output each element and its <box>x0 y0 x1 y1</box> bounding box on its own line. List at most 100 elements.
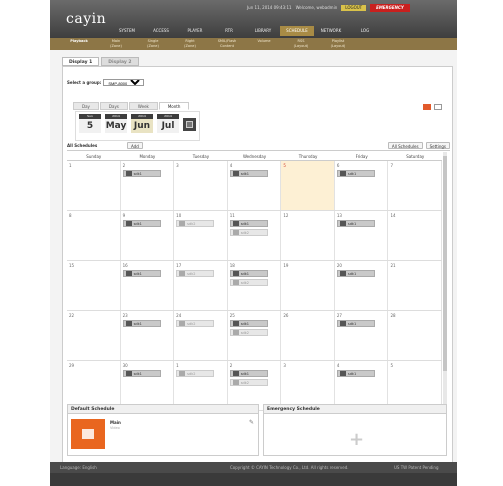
tab-day[interactable]: Day <box>73 102 99 110</box>
calendar-day[interactable]: 6 sdk1 <box>335 161 389 210</box>
scroll-thumb[interactable] <box>443 156 447 371</box>
calendar-day[interactable]: 2 sdk1 <box>121 161 175 210</box>
calendar-day[interactable]: 14 <box>388 211 443 260</box>
calendar-day[interactable]: 23 sdk1 <box>121 311 175 360</box>
logout-button[interactable]: LOGOUT <box>341 4 367 11</box>
subnav-item[interactable]: SMIL/Flash Content <box>210 39 244 48</box>
calendar-day[interactable]: 17 sdk2 <box>174 261 228 310</box>
schedule-event[interactable]: sdk2 <box>229 379 268 386</box>
calendar-day[interactable]: 5 <box>388 361 443 410</box>
schedule-event[interactable]: sdk1 <box>336 170 375 177</box>
default-schedule-tile[interactable] <box>71 419 105 449</box>
calendar-day[interactable]: 13 sdk1 <box>335 211 389 260</box>
calendar-day[interactable]: 25 sdk1 sdk2 <box>228 311 282 360</box>
calendar-day[interactable]: 4 sdk1 <box>228 161 282 210</box>
month-prev-sun[interactable]: Sun 5 <box>79 114 101 133</box>
calendar-day[interactable]: 1 <box>67 161 121 210</box>
schedule-event[interactable]: sdk1 <box>336 270 375 277</box>
calendar-day[interactable]: 21 <box>388 261 443 310</box>
calendar-picker-icon[interactable] <box>183 118 196 131</box>
calendar-day[interactable]: 12 <box>281 211 335 260</box>
calendar-day[interactable]: 7 <box>388 161 443 210</box>
calendar-day[interactable]: 16 sdk1 <box>121 261 175 310</box>
schedule-event[interactable]: sdk2 <box>176 370 215 377</box>
schedule-event[interactable]: sdk1 <box>336 220 375 227</box>
schedule-event[interactable]: sdk1 <box>229 370 268 377</box>
group-select[interactable]: SMP-8000 <box>103 79 145 86</box>
calendar-day[interactable]: 3 <box>281 361 335 410</box>
tab-display-2[interactable]: Display 2 <box>101 57 139 66</box>
subnav-item[interactable]: Right (Zone) <box>173 39 207 48</box>
calendar-day[interactable]: 28 <box>388 311 443 360</box>
calendar-day[interactable]: 3 <box>174 161 228 210</box>
schedule-event[interactable]: sdk1 <box>229 270 268 277</box>
nav-access[interactable]: ACCESS <box>144 26 178 36</box>
schedule-event[interactable]: sdk1 <box>122 220 161 227</box>
settings-button[interactable]: Settings <box>425 142 450 149</box>
tab-month[interactable]: Month <box>158 102 190 110</box>
language-select[interactable]: Language: English <box>60 462 97 473</box>
add-schedule-button[interactable]: Add <box>127 142 143 149</box>
tab-week[interactable]: Week <box>128 102 158 110</box>
schedule-event[interactable]: sdk1 <box>229 320 268 327</box>
calendar-day[interactable]: 30 sdk1 <box>121 361 175 410</box>
schedule-event[interactable]: sdk2 <box>229 229 268 236</box>
schedule-event[interactable]: sdk2 <box>229 279 268 286</box>
schedule-event[interactable]: sdk1 <box>122 270 161 277</box>
calendar-day[interactable]: 10 sdk2 <box>174 211 228 260</box>
schedule-event[interactable]: sdk1 <box>336 370 375 377</box>
nav-library[interactable]: LIBRARY <box>246 26 280 36</box>
schedule-event[interactable]: sdk2 <box>176 220 215 227</box>
schedule-event[interactable]: sdk2 <box>176 320 215 327</box>
schedule-event[interactable]: sdk2 <box>229 329 268 336</box>
nav-system[interactable]: SYSTEM <box>110 26 144 36</box>
emergency-button[interactable]: EMERGENCY <box>370 3 410 12</box>
event-label: sdk2 <box>240 380 250 385</box>
subnav-item[interactable]: Volume <box>247 39 281 44</box>
calendar-day[interactable]: 5 <box>281 161 335 210</box>
calendar-day[interactable]: 22 <box>67 311 121 360</box>
subnav-item[interactable]: Playback <box>62 39 96 44</box>
subnav-item[interactable]: Playlist (Layout) <box>321 39 355 48</box>
calendar-day[interactable]: 15 <box>67 261 121 310</box>
list-view-icon[interactable] <box>434 104 442 110</box>
calendar-day[interactable]: 24 sdk2 <box>174 311 228 360</box>
schedule-event[interactable]: sdk1 <box>336 320 375 327</box>
calendar-day[interactable]: 4 sdk1 <box>335 361 389 410</box>
edit-icon[interactable]: ✎ <box>249 419 254 426</box>
calendar-day[interactable]: 11 sdk1 sdk2 <box>228 211 282 260</box>
tab-display-1[interactable]: Display 1 <box>62 57 100 66</box>
nav-player[interactable]: PLAYER <box>178 26 212 36</box>
calendar-day[interactable]: 18 sdk1 sdk2 <box>228 261 282 310</box>
schedule-event[interactable]: sdk1 <box>122 170 161 177</box>
calendar-day[interactable]: 1 sdk2 <box>174 361 228 410</box>
month-jul[interactable]: 2014 Jul <box>157 114 179 133</box>
schedule-event[interactable]: sdk1 <box>122 320 161 327</box>
subnav-item[interactable]: RSS (Layout) <box>284 39 318 48</box>
calendar-scrollbar[interactable] <box>443 152 447 414</box>
calendar-day[interactable]: 8 <box>67 211 121 260</box>
subnav-item[interactable]: Main (Zone) <box>99 39 133 48</box>
calendar-day[interactable]: 19 <box>281 261 335 310</box>
calendar-day[interactable]: 26 <box>281 311 335 360</box>
month-jun[interactable]: 2014 Jun <box>131 114 153 133</box>
schedule-event[interactable]: sdk1 <box>229 220 268 227</box>
month-may[interactable]: 2014 May <box>105 114 127 133</box>
calendar-day[interactable]: 20 sdk1 <box>335 261 389 310</box>
nav-schedule[interactable]: SCHEDULE <box>280 26 314 36</box>
calendar-view-icon[interactable] <box>423 104 431 110</box>
calendar-day[interactable]: 29 <box>67 361 121 410</box>
nav-log[interactable]: LOG <box>348 26 382 36</box>
nav-rtr[interactable]: RTR <box>212 26 246 36</box>
subnav-item[interactable]: Single (Zone) <box>136 39 170 48</box>
calendar-day[interactable]: 27 sdk1 <box>335 311 389 360</box>
calendar-day[interactable]: 2 sdk1 sdk2 <box>228 361 282 410</box>
add-emergency-icon[interactable]: + <box>349 429 364 450</box>
tab-days[interactable]: Days <box>99 102 128 110</box>
schedule-event[interactable]: sdk1 <box>122 370 161 377</box>
nav-network[interactable]: NETWORK <box>314 26 348 36</box>
schedule-event[interactable]: sdk1 <box>229 170 268 177</box>
all-schedules-button[interactable]: All Schedules <box>387 142 423 149</box>
calendar-day[interactable]: 9 sdk1 <box>121 211 175 260</box>
schedule-event[interactable]: sdk2 <box>176 270 215 277</box>
